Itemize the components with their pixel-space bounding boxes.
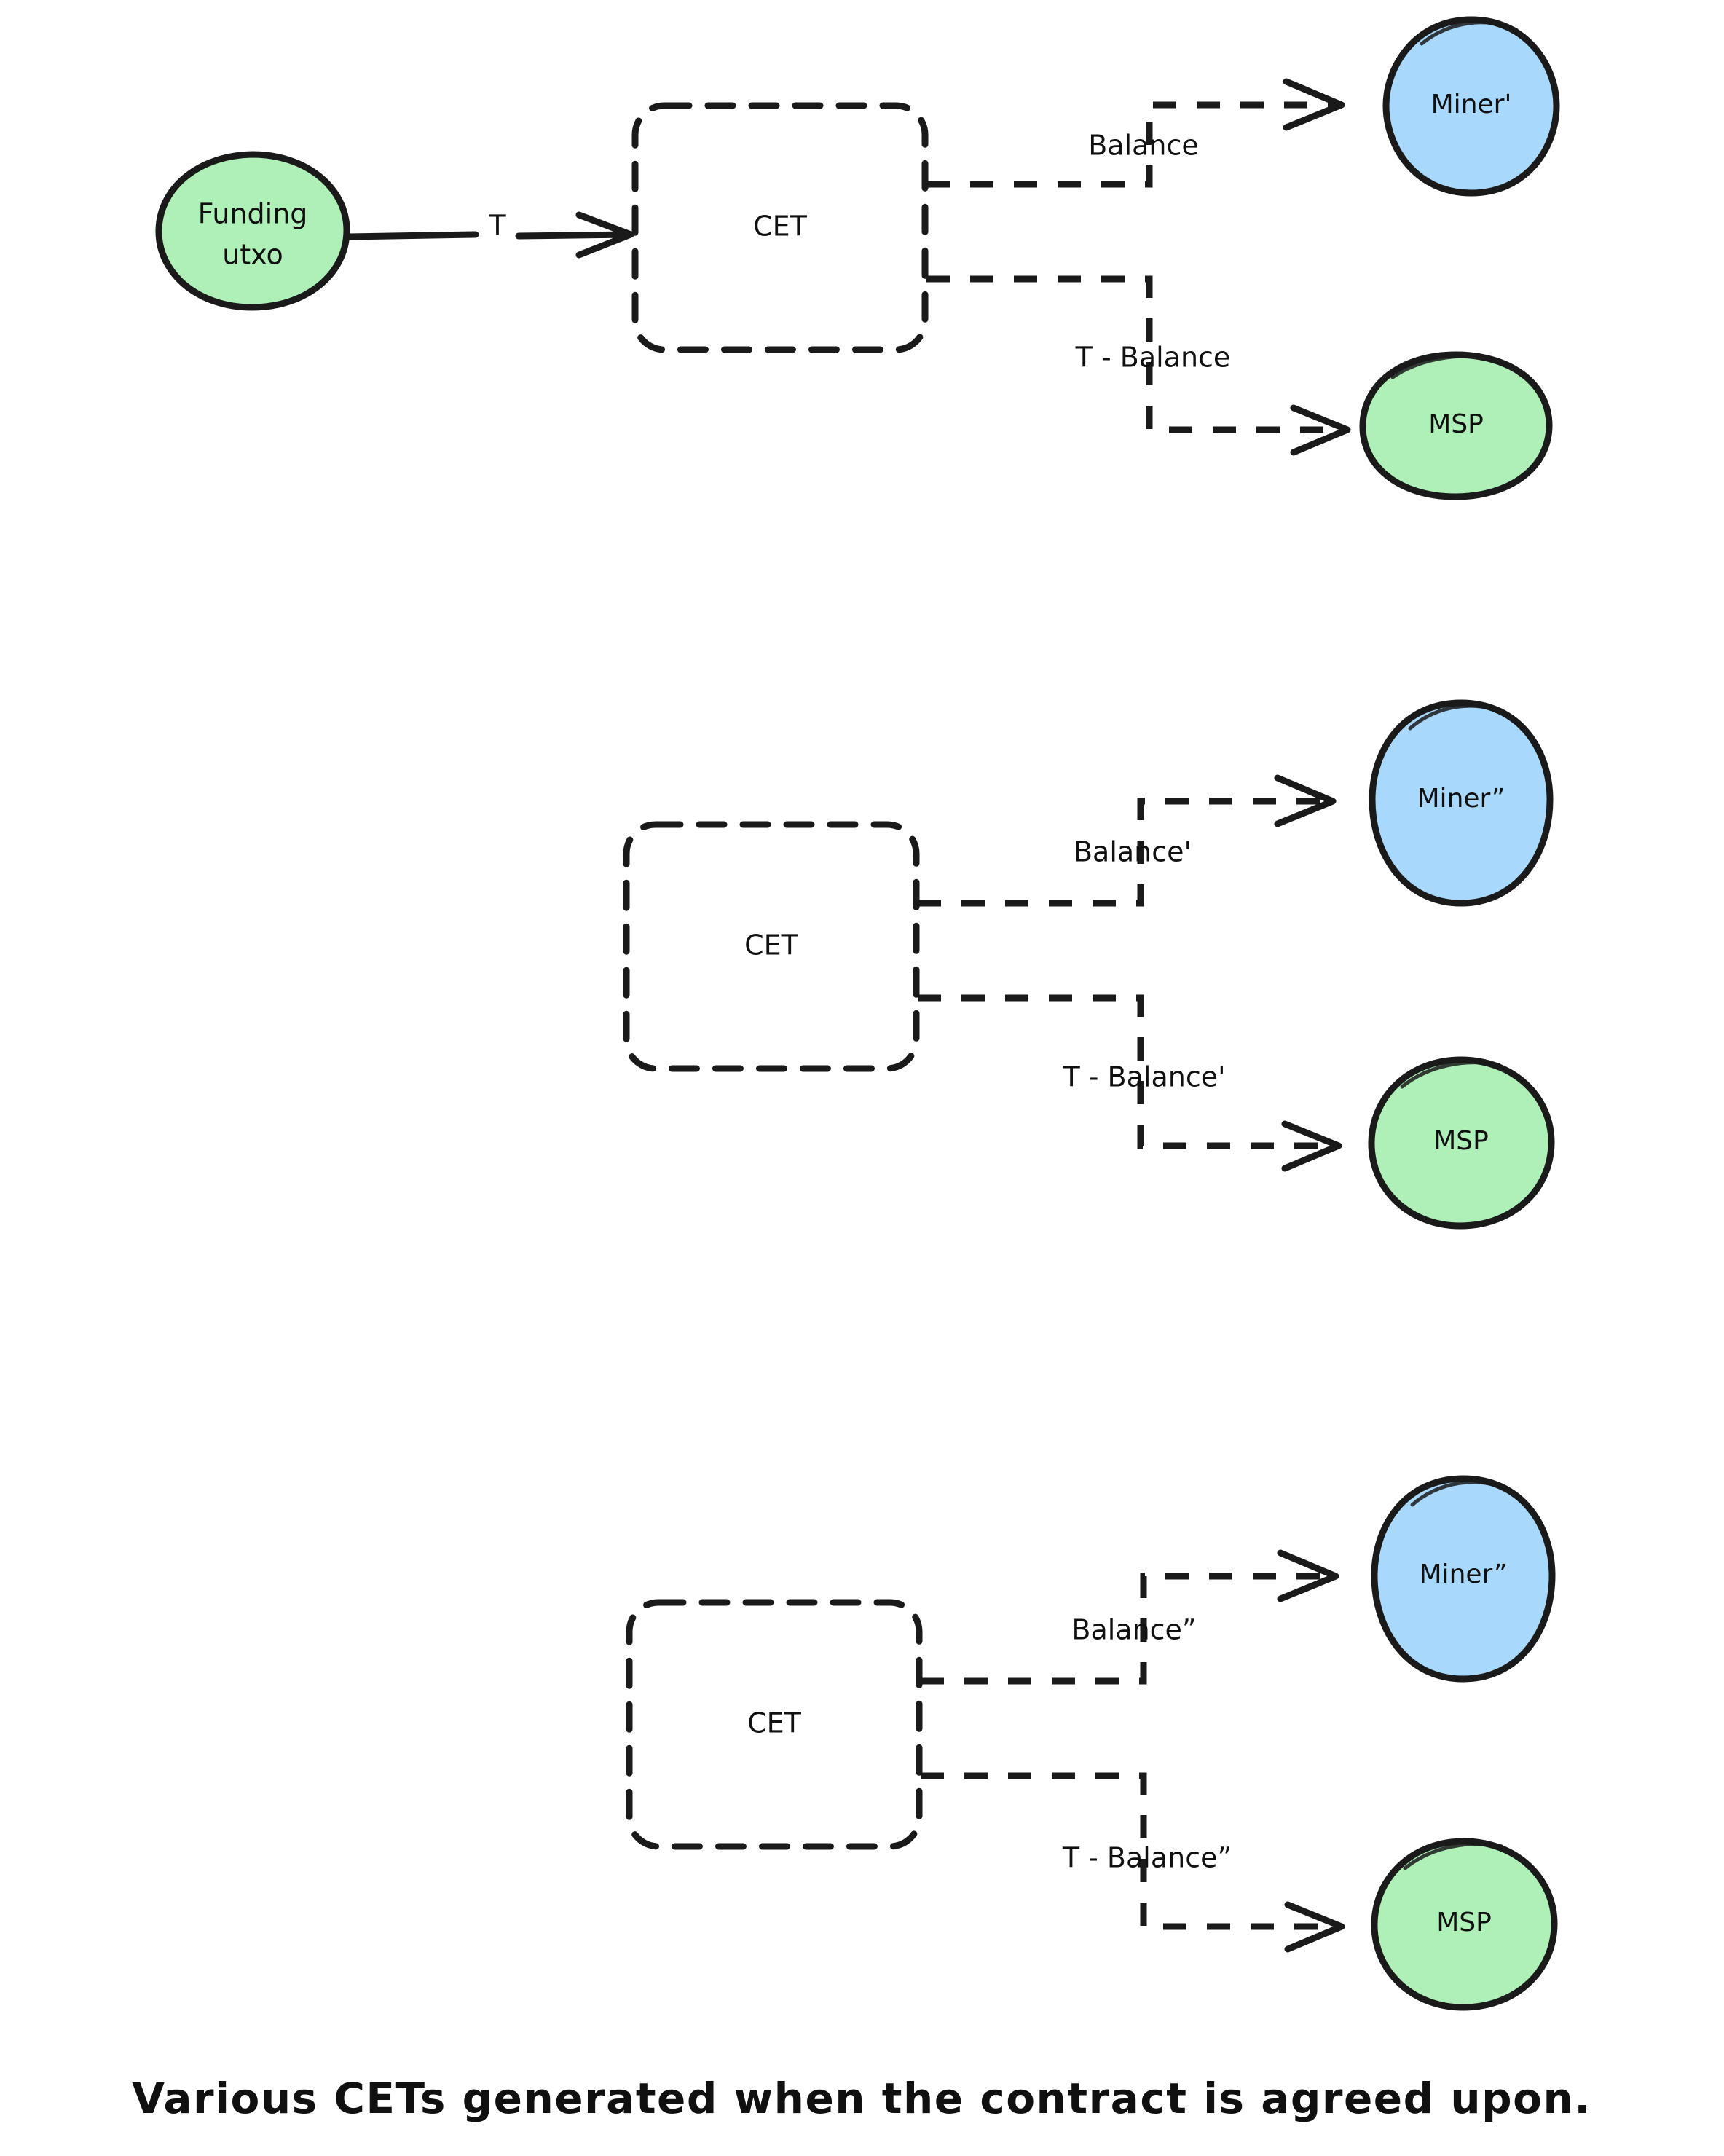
diagram-svg: Funding utxo T CET Balance Miner' T - Ba…: [132, 16, 1591, 2123]
miner-node-1[interactable]: Miner': [1382, 16, 1560, 197]
msp-node-2[interactable]: MSP: [1368, 1056, 1555, 1230]
edge-tbalance-1-label: T - Balance: [1075, 342, 1231, 374]
cet-box-3[interactable]: CET: [626, 1599, 923, 1850]
edge-tbalance-to-msp-2: T - Balance': [918, 994, 1342, 1172]
edge-balance-to-miner-2: Balance': [918, 774, 1337, 907]
funding-edge-segment-b: [515, 231, 631, 240]
msp-label-3: MSP: [1436, 1908, 1492, 1937]
edge-tbalance-3-label: T - Balance”: [1062, 1842, 1232, 1874]
msp-label-1: MSP: [1428, 409, 1484, 439]
msp-node-3[interactable]: MSP: [1371, 1838, 1558, 2011]
funding-edge-label: T: [488, 210, 506, 242]
edge-tbalance-to-msp-3: T - Balance”: [921, 1772, 1345, 1953]
edge-tbalance-to-msp-1: T - Balance: [926, 275, 1351, 456]
cet-group-1: Funding utxo T CET Balance Miner' T - Ba…: [155, 16, 1560, 500]
miner-label-3: Miner”: [1420, 1559, 1508, 1589]
diagram-canvas: Funding utxo T CET Balance Miner' T - Ba…: [0, 0, 1724, 2156]
funding-utxo-label-line2: utxo: [222, 239, 283, 271]
funding-utxo-node[interactable]: Funding utxo: [155, 151, 350, 311]
edge-balance-to-miner-3: Balance”: [921, 1549, 1339, 1685]
miner-label-1: Miner': [1431, 90, 1512, 119]
miner-label-2: Miner”: [1417, 784, 1505, 814]
cet-group-3: CET Balance” Miner” T - Balance” MSP: [626, 1475, 1558, 2011]
edge-balance-1-label: Balance: [1088, 130, 1199, 162]
funding-to-cet-edge: T: [345, 210, 634, 259]
edge-tbalance-2-label: T - Balance': [1062, 1061, 1225, 1093]
cet-box-3-label: CET: [747, 1707, 802, 1739]
edge-balance-2-label: Balance': [1074, 836, 1192, 868]
miner-node-3[interactable]: Miner”: [1371, 1475, 1556, 1683]
edge-balance-3-label: Balance”: [1071, 1614, 1196, 1646]
msp-label-2: MSP: [1433, 1126, 1489, 1156]
funding-utxo-label-line1: Funding: [198, 198, 308, 230]
cet-box-1-label: CET: [753, 211, 808, 243]
msp-node-1[interactable]: MSP: [1359, 351, 1553, 500]
funding-edge-segment-a: [345, 231, 479, 240]
figure-caption: Various CETs generated when the contract…: [132, 2074, 1591, 2123]
cet-box-2-label: CET: [744, 929, 799, 961]
cet-group-2: CET Balance' Miner” T - Balance' MSP: [623, 699, 1555, 1230]
cet-box-1[interactable]: CET: [631, 102, 929, 353]
cet-box-2[interactable]: CET: [623, 821, 920, 1072]
edge-balance-to-miner-1: Balance: [926, 78, 1345, 188]
miner-node-2[interactable]: Miner”: [1369, 699, 1554, 907]
